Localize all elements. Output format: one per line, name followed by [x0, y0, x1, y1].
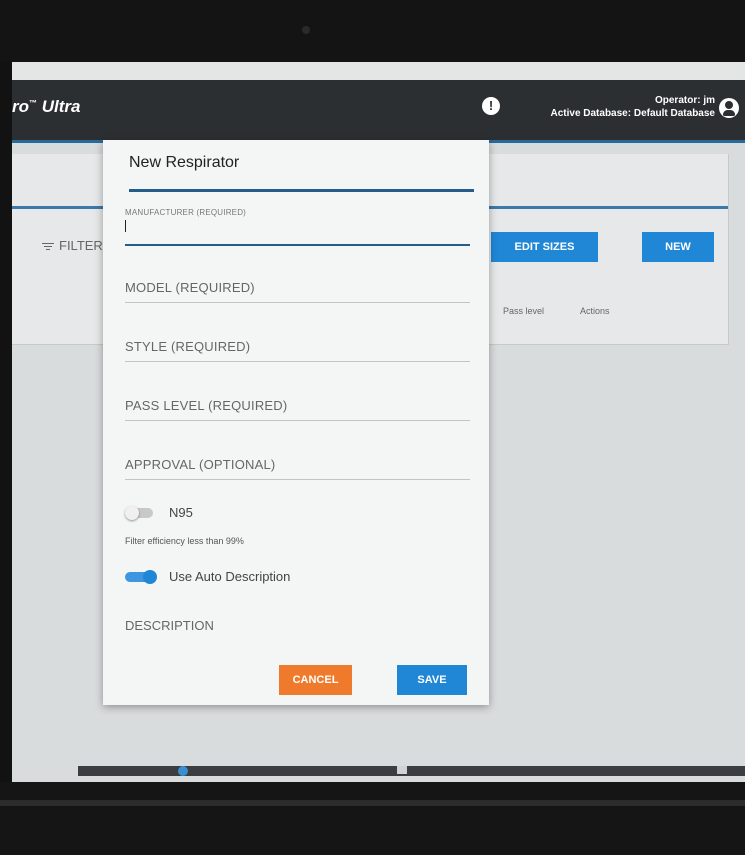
- style-field[interactable]: STYLE (REQUIRED): [125, 339, 470, 362]
- new-respirator-dialog: New Respirator MANUFACTURER (REQUIRED) M…: [103, 140, 489, 705]
- top-strip: [12, 62, 745, 80]
- n95-toggle[interactable]: [125, 506, 157, 520]
- device-bezel-top: [0, 0, 745, 62]
- model-field[interactable]: MODEL (REQUIRED): [125, 280, 470, 303]
- manufacturer-field[interactable]: MANUFACTURER (REQUIRED): [125, 208, 470, 246]
- alert-icon[interactable]: !: [482, 97, 500, 115]
- active-database-text: Active Database: Default Database: [550, 108, 715, 119]
- cancel-button[interactable]: CANCEL: [279, 665, 352, 695]
- dialog-title: New Respirator: [129, 154, 240, 171]
- approval-field[interactable]: APPROVAL (OPTIONAL): [125, 457, 470, 480]
- taskbar-window-icon[interactable]: [397, 766, 407, 774]
- auto-description-label: Use Auto Description: [169, 569, 291, 584]
- style-label: STYLE (REQUIRED): [125, 339, 251, 354]
- column-header-actions: Actions: [580, 306, 610, 316]
- device-edge-strip: [0, 800, 745, 806]
- filter-icon: [42, 241, 54, 252]
- dialog-title-divider: [129, 189, 474, 192]
- operator-info: Operator: jm Active Database: Default Da…: [550, 94, 715, 120]
- auto-description-toggle-knob: [143, 570, 157, 584]
- n95-toggle-knob: [125, 506, 139, 520]
- auto-description-toggle[interactable]: [125, 570, 157, 584]
- model-label: MODEL (REQUIRED): [125, 280, 255, 295]
- n95-label: N95: [169, 505, 193, 520]
- manufacturer-label: MANUFACTURER (REQUIRED): [125, 208, 247, 217]
- device-bezel-bottom: [0, 782, 745, 855]
- app-title: ro™ Ultra: [12, 97, 80, 117]
- account-icon[interactable]: [719, 98, 739, 118]
- edit-sizes-button[interactable]: EDIT SIZES: [491, 232, 598, 262]
- app-bar: ro™ Ultra ! Operator: jm Active Database…: [12, 80, 745, 140]
- pass-level-label: PASS LEVEL (REQUIRED): [125, 398, 288, 413]
- text-caret: [125, 220, 126, 232]
- filter-label: FILTER: [59, 238, 103, 253]
- filter-button[interactable]: FILTER: [42, 238, 103, 253]
- pass-level-field[interactable]: PASS LEVEL (REQUIRED): [125, 398, 470, 421]
- trademark-mark: ™: [29, 98, 37, 108]
- column-header-pass-level[interactable]: Pass level: [503, 306, 544, 316]
- taskbar-app-icon[interactable]: [178, 766, 188, 776]
- app-title-suffix: Ultra: [37, 97, 81, 116]
- camera-dot: [302, 26, 310, 34]
- new-button[interactable]: NEW: [642, 232, 714, 262]
- app-title-prefix: ro: [12, 97, 29, 116]
- filter-efficiency-hint: Filter efficiency less than 99%: [125, 536, 244, 546]
- save-button[interactable]: SAVE: [397, 665, 467, 695]
- approval-label: APPROVAL (OPTIONAL): [125, 457, 276, 472]
- operator-text: Operator: jm: [654, 95, 715, 106]
- description-field[interactable]: DESCRIPTION: [125, 618, 214, 633]
